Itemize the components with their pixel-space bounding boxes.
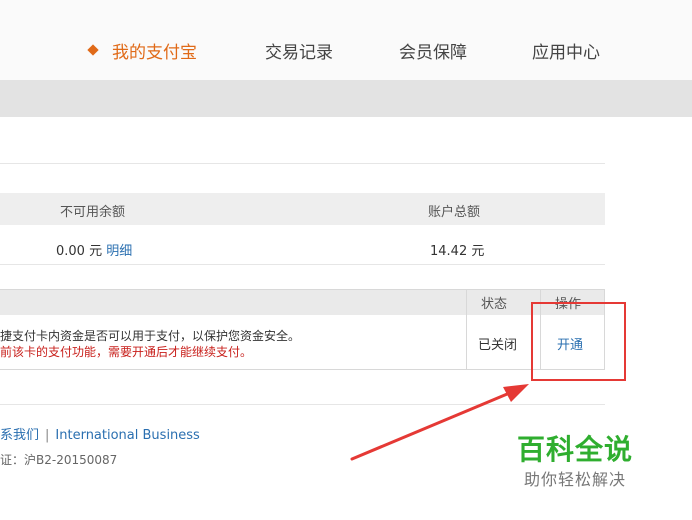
watermark-logo: 百科全说 <box>517 433 634 466</box>
watermark-slogan: 助你轻松解决 <box>524 470 627 489</box>
